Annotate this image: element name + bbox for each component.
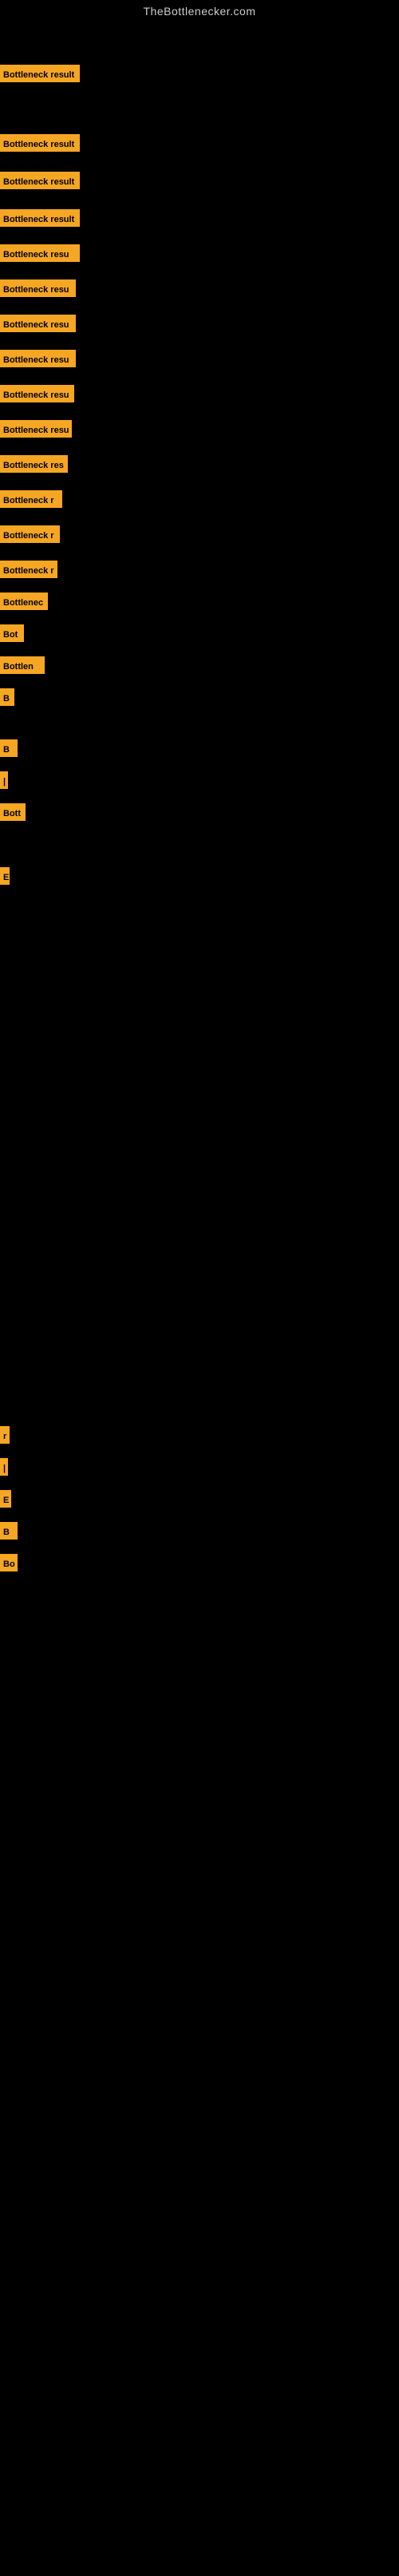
bottleneck-bar: B	[0, 688, 14, 706]
bottleneck-result-label: Bottleneck result	[0, 172, 80, 189]
bottleneck-result-label: |	[0, 1458, 8, 1476]
bottleneck-bar: B	[0, 739, 18, 757]
bottleneck-result-label: Bot	[0, 624, 24, 642]
bottleneck-result-label: Bo	[0, 1554, 18, 1571]
bottleneck-bar: Bottleneck res	[0, 455, 68, 473]
bottleneck-bar: Bottleneck result	[0, 134, 80, 152]
bottleneck-bar: Bottleneck resu	[0, 279, 76, 297]
bottleneck-bar: Bottleneck result	[0, 65, 80, 82]
bottleneck-result-label: Bottleneck resu	[0, 350, 76, 367]
bottleneck-bar: |	[0, 1458, 8, 1476]
bottleneck-bar: Bottleneck resu	[0, 420, 72, 438]
bottleneck-bar: Bottlenec	[0, 592, 48, 610]
bottleneck-result-label: Bott	[0, 803, 26, 821]
bottleneck-bar: Bottleneck r	[0, 490, 62, 508]
bottleneck-bar: E	[0, 1490, 11, 1508]
bottleneck-bar: Bottleneck resu	[0, 315, 76, 332]
bottleneck-bar: Bo	[0, 1554, 18, 1571]
bottleneck-result-label: |	[0, 771, 8, 789]
bottleneck-bar: Bottleneck resu	[0, 244, 80, 262]
bottleneck-bar: Bottleneck resu	[0, 385, 74, 402]
bottleneck-result-label: Bottlenec	[0, 592, 48, 610]
bottleneck-bar: Bottleneck result	[0, 172, 80, 189]
bottleneck-bar: Bottleneck r	[0, 525, 60, 543]
bottleneck-bar: E	[0, 867, 10, 885]
bottleneck-result-label: Bottleneck res	[0, 455, 68, 473]
bottleneck-result-label: E	[0, 1490, 11, 1508]
bottleneck-bar: |	[0, 771, 8, 789]
bottleneck-result-label: Bottleneck resu	[0, 315, 76, 332]
bottleneck-result-label: Bottleneck r	[0, 490, 62, 508]
bottleneck-result-label: Bottlen	[0, 656, 45, 674]
bottleneck-result-label: Bottleneck result	[0, 209, 80, 227]
bottleneck-bar: Bottleneck r	[0, 561, 57, 578]
bottleneck-result-label: Bottleneck result	[0, 65, 80, 82]
bottleneck-result-label: E	[0, 867, 10, 885]
bottleneck-bar: Bottlen	[0, 656, 45, 674]
bottleneck-result-label: Bottleneck resu	[0, 279, 76, 297]
bottleneck-result-label: B	[0, 1522, 18, 1540]
bottleneck-result-label: Bottleneck resu	[0, 244, 80, 262]
bottleneck-bar: Bottleneck resu	[0, 350, 76, 367]
bottleneck-result-label: Bottleneck resu	[0, 385, 74, 402]
bottleneck-bar: r	[0, 1426, 10, 1444]
bottleneck-bar: Bot	[0, 624, 24, 642]
site-title: TheBottlenecker.com	[0, 0, 399, 21]
bottleneck-result-label: B	[0, 739, 18, 757]
bottleneck-result-label: r	[0, 1426, 10, 1444]
bottleneck-result-label: Bottleneck r	[0, 525, 60, 543]
bottleneck-result-label: Bottleneck resu	[0, 420, 72, 438]
bars-container: Bottleneck result Bottleneck result Bottle…	[0, 21, 399, 2576]
bottleneck-bar: Bott	[0, 803, 26, 821]
bottleneck-result-label: Bottleneck result	[0, 134, 80, 152]
bottleneck-bar: B	[0, 1522, 18, 1540]
bottleneck-bar: Bottleneck result	[0, 209, 80, 227]
bottleneck-result-label: Bottleneck r	[0, 561, 57, 578]
bottleneck-result-label: B	[0, 688, 14, 706]
